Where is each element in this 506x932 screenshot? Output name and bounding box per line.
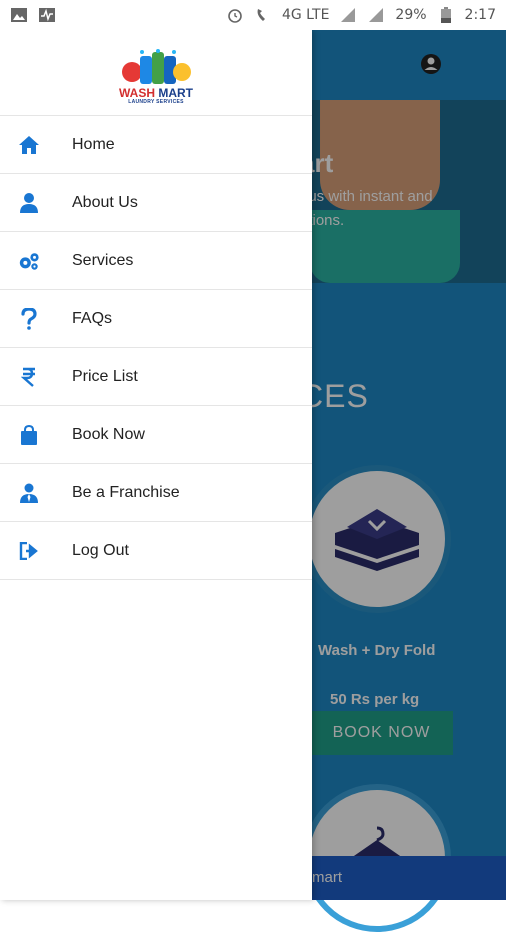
menu-item-home[interactable]: Home — [0, 115, 312, 173]
wash-mart-logo: WASH MART LAUNDRY SERVICES — [118, 48, 194, 105]
menu-item-faqs[interactable]: FAQs — [0, 289, 312, 347]
rupee-icon — [18, 366, 40, 388]
shopping-bag-icon — [18, 424, 40, 446]
image-notification-icon — [10, 7, 28, 23]
logo-graphic-icon — [122, 49, 191, 84]
user-tie-icon — [18, 482, 40, 504]
alarm-icon — [226, 7, 244, 23]
menu-label-book-now: Book Now — [72, 425, 145, 443]
menu-item-be-a-franchise[interactable]: Be a Franchise — [0, 463, 312, 521]
signal-icon — [339, 7, 357, 23]
menu-label-log-out: Log Out — [72, 541, 129, 559]
logo-subtitle: LAUNDRY SERVICES — [128, 99, 184, 105]
home-icon — [18, 134, 40, 156]
menu-label-price-list: Price List — [72, 367, 138, 385]
menu-label-faqs: FAQs — [72, 309, 113, 327]
menu-label-services: Services — [72, 251, 134, 269]
drawer-menu: Home About Us Services FAQs Price List B… — [0, 115, 312, 580]
sign-out-icon — [18, 540, 40, 562]
navigation-drawer: WASH MART LAUNDRY SERVICES Home About Us… — [0, 30, 312, 900]
menu-item-about-us[interactable]: About Us — [0, 173, 312, 231]
network-type: 4G LTE — [281, 7, 330, 23]
signal-icon-2 — [367, 7, 385, 23]
menu-item-log-out[interactable]: Log Out — [0, 521, 312, 580]
clock: 2:17 — [464, 7, 496, 23]
gears-icon — [18, 250, 40, 272]
menu-label-be-a-franchise: Be a Franchise — [72, 483, 180, 501]
menu-label-about-us: About Us — [72, 193, 138, 211]
user-icon — [18, 192, 40, 214]
battery-percent: 29% — [395, 7, 427, 23]
activity-notification-icon — [38, 7, 56, 23]
battery-icon — [437, 7, 455, 23]
logo-mart: MART — [158, 86, 193, 100]
menu-item-price-list[interactable]: Price List — [0, 347, 312, 405]
menu-label-home: Home — [72, 135, 115, 153]
question-icon — [18, 307, 40, 330]
menu-item-book-now[interactable]: Book Now — [0, 405, 312, 463]
logo-title: WASH MART — [118, 86, 194, 100]
menu-item-services[interactable]: Services — [0, 231, 312, 289]
wifi-call-icon — [254, 7, 272, 23]
logo-wash: WASH — [118, 86, 155, 100]
status-bar: 4G LTE 29% 2:17 — [0, 0, 506, 30]
